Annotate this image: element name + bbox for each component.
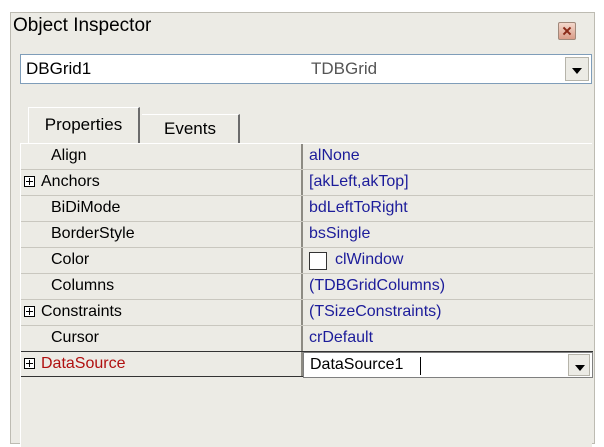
column-divider[interactable] bbox=[301, 222, 303, 247]
property-name: Anchors bbox=[41, 173, 100, 190]
property-value: alNone bbox=[309, 147, 360, 164]
property-grid: Align alNone Anchors [akLeft,akTop] BiDi… bbox=[20, 143, 593, 447]
datasource-value-editor[interactable]: DataSource1 bbox=[303, 352, 593, 378]
component-name: DBGrid1 bbox=[26, 59, 92, 78]
property-row-bidimode[interactable]: BiDiMode bdLeftToRight bbox=[21, 196, 593, 222]
property-row-columns[interactable]: Columns (TDBGridColumns) bbox=[21, 274, 593, 300]
tab-events[interactable]: Events bbox=[142, 114, 240, 143]
property-value: (TSizeConstraints) bbox=[309, 303, 442, 320]
column-divider[interactable] bbox=[301, 170, 303, 195]
column-divider[interactable] bbox=[301, 248, 303, 273]
property-name: Columns bbox=[51, 277, 115, 294]
chevron-down-icon[interactable] bbox=[568, 354, 590, 376]
property-value: crDefault bbox=[309, 329, 374, 346]
component-type: TDBGrid bbox=[311, 59, 378, 78]
property-row-color[interactable]: Color clWindow bbox=[21, 248, 593, 274]
property-row-datasource[interactable]: DataSource DataSource1 bbox=[21, 351, 593, 378]
expand-icon[interactable] bbox=[24, 358, 35, 369]
column-divider[interactable] bbox=[301, 144, 303, 169]
property-value: DataSource1 bbox=[310, 356, 404, 373]
tab-properties[interactable]: Properties bbox=[28, 107, 140, 143]
column-divider[interactable] bbox=[301, 196, 303, 221]
window-title: Object Inspector bbox=[13, 15, 152, 36]
color-swatch bbox=[309, 252, 327, 270]
property-value: bdLeftToRight bbox=[309, 199, 408, 216]
property-row-anchors[interactable]: Anchors [akLeft,akTop] bbox=[21, 170, 593, 196]
column-divider[interactable] bbox=[301, 326, 303, 351]
property-row-borderstyle[interactable]: BorderStyle bsSingle bbox=[21, 222, 593, 248]
property-row-cursor[interactable]: Cursor crDefault bbox=[21, 326, 593, 352]
property-row-align[interactable]: Align alNone bbox=[21, 144, 593, 170]
column-divider[interactable] bbox=[301, 274, 303, 299]
property-name: DataSource bbox=[41, 355, 126, 372]
property-name: Constraints bbox=[41, 303, 122, 320]
expand-icon[interactable] bbox=[24, 306, 35, 317]
property-name: Color bbox=[51, 251, 90, 268]
close-icon[interactable] bbox=[558, 22, 576, 40]
property-name: Align bbox=[51, 147, 87, 164]
property-name: Cursor bbox=[51, 329, 100, 346]
component-selector[interactable]: DBGrid1 TDBGrid bbox=[20, 54, 592, 84]
property-value: bsSingle bbox=[309, 225, 371, 242]
expand-icon[interactable] bbox=[24, 176, 35, 187]
column-divider[interactable] bbox=[301, 300, 303, 325]
chevron-down-icon[interactable] bbox=[565, 57, 589, 81]
property-name: BiDiMode bbox=[51, 199, 121, 216]
property-value: (TDBGridColumns) bbox=[309, 277, 446, 294]
property-value: clWindow bbox=[335, 251, 404, 268]
text-caret bbox=[420, 357, 421, 375]
property-value: [akLeft,akTop] bbox=[309, 173, 409, 190]
property-row-constraints[interactable]: Constraints (TSizeConstraints) bbox=[21, 300, 593, 326]
property-name: BorderStyle bbox=[51, 225, 135, 242]
